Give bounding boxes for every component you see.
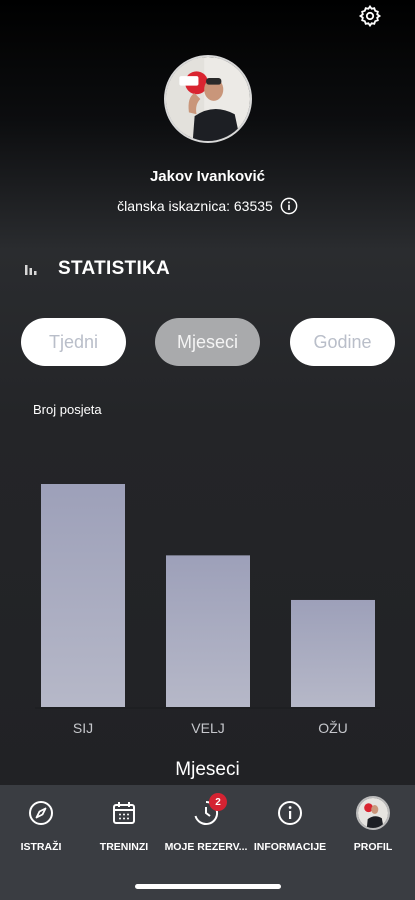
avatar: [356, 796, 390, 830]
home-indicator: [135, 884, 281, 889]
settings-gear-icon[interactable]: [358, 4, 382, 28]
nav-label-trainings: TRENINZI: [99, 841, 149, 853]
chart-bar-2: [291, 599, 375, 707]
member-card-row: članska iskaznica: 63535: [0, 197, 415, 215]
chart-x-label: Mjeseci: [175, 759, 240, 780]
chart-x-tick-2: OŽU: [318, 720, 348, 736]
info-icon: [278, 801, 302, 825]
reservations-icon-wrap: 2: [192, 793, 227, 827]
chart-bar-0: [41, 484, 125, 707]
nav-item-information[interactable]: INFORMACIJE: [250, 799, 330, 853]
nav-item-profile[interactable]: PROFIL: [333, 796, 413, 853]
nav-label-profile: PROFIL: [353, 841, 393, 853]
nav-item-reservations[interactable]: 2 MOJE REZERV...: [164, 793, 248, 853]
nav-label-reservations: MOJE REZERV...: [164, 841, 248, 853]
chart-x-tick-1: VELJ: [191, 720, 224, 736]
visits-bar-chart: SIJ VELJ OŽU: [35, 484, 380, 736]
statistics-title: STATISTIKA: [58, 258, 171, 279]
nav-label-information: INFORMACIJE: [253, 841, 327, 853]
tab-yearly[interactable]: Godine: [290, 318, 395, 366]
tab-monthly[interactable]: Mjeseci: [155, 318, 260, 366]
compass-icon: [29, 801, 53, 825]
nav-label-explore: ISTRAŽI: [20, 841, 62, 853]
calendar-icon: [113, 802, 135, 824]
chart-bar-1: [166, 555, 250, 707]
bar-chart-icon: [25, 265, 37, 275]
nav-item-trainings[interactable]: TRENINZI: [84, 799, 164, 853]
reservations-badge: 2: [209, 793, 227, 811]
chart-y-label: Broj posjeta: [33, 402, 102, 417]
bottom-navigation: ISTRAŽI TRENINZI 2 MOJE REZERV... INFORM…: [0, 785, 415, 900]
tab-weekly[interactable]: Tjedni: [21, 318, 126, 366]
profile-name: Jakov Ivanković: [149, 168, 266, 185]
member-info-icon[interactable]: [280, 197, 298, 215]
member-card-text: članska iskaznica: 63535: [117, 198, 273, 214]
statistics-header: STATISTIKA: [24, 258, 170, 280]
chart-x-tick-0: SIJ: [73, 720, 93, 736]
nav-item-explore[interactable]: ISTRAŽI: [1, 799, 81, 853]
profile-avatar[interactable]: [164, 55, 252, 143]
